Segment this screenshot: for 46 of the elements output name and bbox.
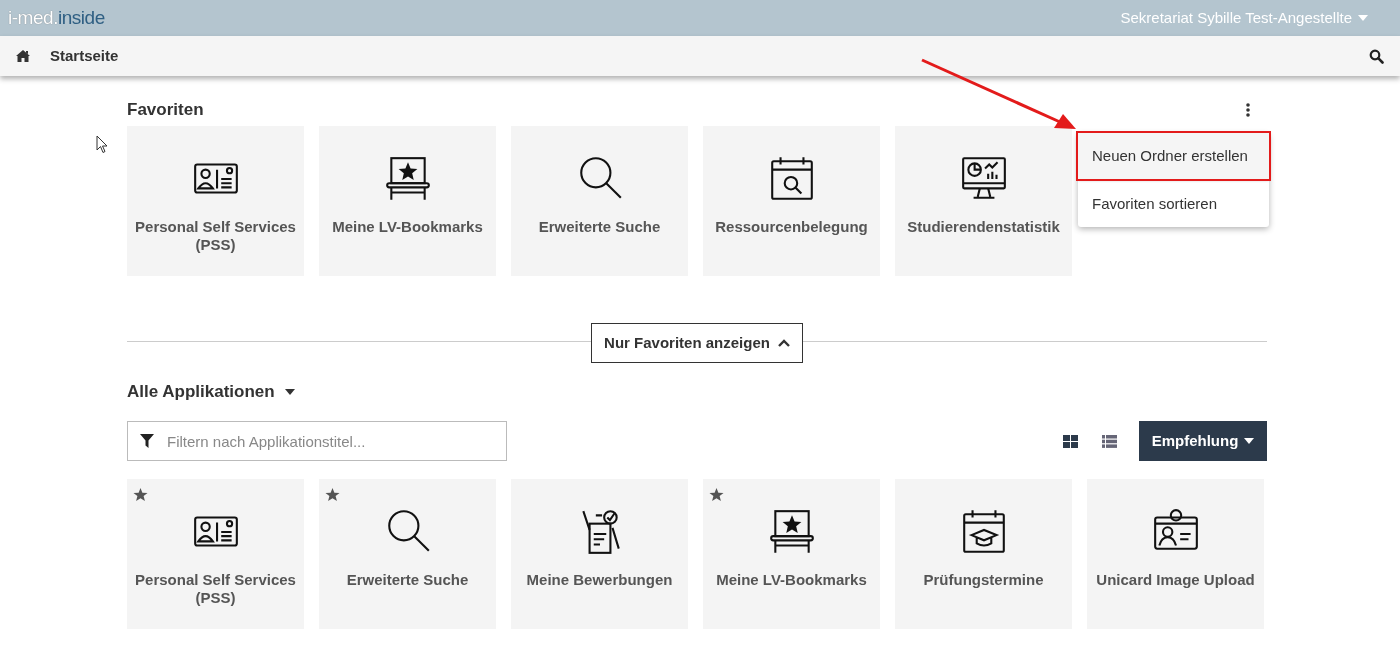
sort-dropdown-button[interactable]: Empfehlung	[1139, 421, 1267, 461]
menu-item[interactable]: Favoriten sortieren	[1078, 181, 1269, 227]
mouse-cursor-icon	[96, 135, 108, 154]
tile-label: Meine LV-Bookmarks	[715, 571, 868, 589]
show-favorites-toggle[interactable]: Nur Favoriten anzeigen	[591, 323, 803, 363]
application-tile[interactable]: Personal Self Services (PSS)	[127, 479, 304, 629]
grid-view-icon[interactable]	[1063, 434, 1078, 448]
caret-icon	[1358, 15, 1368, 21]
application-tile[interactable]: Erweiterte Suche	[511, 126, 688, 276]
application-tile[interactable]: Unicard Image Upload	[1087, 479, 1264, 629]
tile-label: Studierendenstatistik	[906, 218, 1061, 236]
star-icon[interactable]	[325, 487, 340, 502]
home-icon[interactable]	[15, 49, 31, 63]
tile-label: Ressourcenbelegung	[714, 218, 869, 236]
search-icon[interactable]	[1369, 48, 1384, 64]
section-dropdown[interactable]: Alle Applikationen	[127, 379, 295, 405]
star-icon[interactable]	[709, 487, 724, 502]
list-view-icon[interactable]	[1102, 434, 1117, 448]
application-tile[interactable]: Meine Bewerbungen	[511, 479, 688, 629]
tile-label: Meine Bewerbungen	[525, 571, 674, 589]
tile-label: Unicard Image Upload	[1095, 571, 1256, 589]
application-tile[interactable]: Ressourcenbelegung	[703, 126, 880, 276]
chevron-up-icon	[777, 339, 790, 347]
tile-label: Personal Self Services (PSS)	[134, 571, 297, 607]
application-tile[interactable]: Erweiterte Suche	[319, 479, 496, 629]
tile-label: Erweiterte Suche	[345, 571, 470, 589]
application-tile[interactable]: Meine LV-Bookmarks	[319, 126, 496, 276]
caret-icon	[284, 389, 295, 395]
filter-icon	[140, 434, 154, 448]
application-tile[interactable]: Meine LV-Bookmarks	[703, 479, 880, 629]
application-tile[interactable]: Personal Self Services (PSS)	[127, 126, 304, 276]
star-icon[interactable]	[133, 487, 148, 502]
tile-label: Personal Self Services (PSS)	[134, 218, 297, 254]
application-tile[interactable]: Studierendenstatistik	[895, 126, 1072, 276]
caret-icon	[1244, 438, 1255, 444]
tile-label: Meine LV-Bookmarks	[331, 218, 484, 236]
application-tile[interactable]: Prüfungstermine	[895, 479, 1072, 629]
tile-label: Prüfungstermine	[922, 571, 1045, 589]
home-link[interactable]: Startseite	[50, 44, 119, 68]
menu-item[interactable]: Neuen Ordner erstellen	[1078, 133, 1269, 179]
logo-text: i-med.	[8, 5, 58, 30]
section-title: Favoriten	[127, 99, 204, 122]
more-options-icon[interactable]	[1246, 103, 1250, 117]
filter-field[interactable]: Filtern nach Applikationstitel...	[127, 421, 507, 461]
logo-text: inside	[57, 5, 105, 30]
tile-label: Erweiterte Suche	[537, 218, 662, 236]
